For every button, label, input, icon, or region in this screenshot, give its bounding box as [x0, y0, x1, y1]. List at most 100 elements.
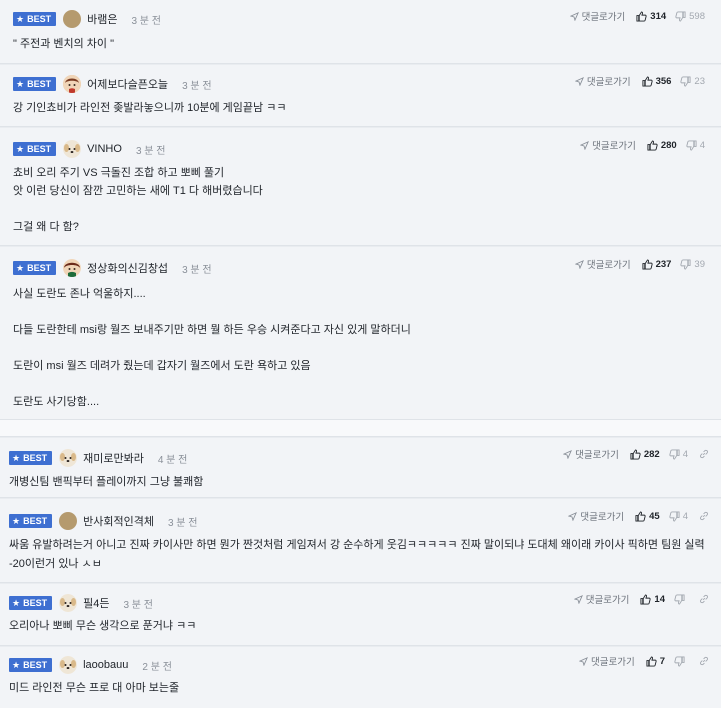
star-icon: ★: [16, 262, 25, 273]
reply-link[interactable]: 댓글로가기: [574, 257, 631, 271]
dislike-button[interactable]: 598: [675, 11, 705, 22]
star-icon: ★: [16, 143, 25, 154]
comment-time: 3 분 전: [182, 264, 212, 276]
reply-link[interactable]: 댓글로가기: [563, 447, 619, 461]
reply-link[interactable]: 댓글로가기: [579, 654, 635, 668]
like-button[interactable]: 356: [642, 75, 672, 87]
comment-body: 미드 라인전 무슨 프로 대 아마 보는줄: [9, 682, 180, 694]
like-count: 280: [660, 139, 677, 151]
best-badge: ★ BEST: [9, 596, 53, 610]
thumbs-down-icon: [680, 258, 691, 270]
star-icon: ★: [16, 78, 25, 89]
thumbs-up-icon: [642, 258, 653, 270]
comment-time: 3 분 전: [135, 145, 166, 157]
best-badge: ★ BEST: [13, 12, 57, 26]
avatar[interactable]: [63, 10, 82, 28]
best-badge: ★ BEST: [13, 142, 57, 156]
link-icon[interactable]: [699, 656, 709, 666]
best-badge: ★ BEST: [13, 77, 57, 91]
comment-item: ★ BEST 어제보다슬픈오늘 3 분 전 댓글로가기 356 23 강 기인쵸비…: [0, 65, 721, 127]
avatar[interactable]: [59, 656, 78, 674]
comment-item: ★ BEST 재미로만봐라 4 분 전 댓글로가기 282 4 개병신팀 밴픽부터…: [0, 438, 721, 498]
avatar[interactable]: [59, 594, 78, 612]
like-count: 314: [650, 10, 667, 22]
comment-nickname[interactable]: 정상화의신김창섭: [87, 260, 168, 276]
like-button[interactable]: 237: [642, 258, 672, 270]
link-icon[interactable]: [699, 594, 709, 604]
dislike-count: 598: [689, 10, 705, 22]
like-count: 237: [655, 258, 672, 270]
reply-link[interactable]: 댓글로가기: [569, 9, 625, 23]
best-badge: ★ BEST: [9, 451, 53, 465]
avatar[interactable]: [63, 75, 82, 93]
send-icon: [568, 511, 578, 521]
send-icon: [563, 449, 573, 459]
like-count: 45: [649, 510, 660, 522]
comment-nickname[interactable]: 반사회적인격체: [83, 513, 154, 529]
dislike-button[interactable]: 23: [680, 76, 705, 87]
dislike-button[interactable]: 4: [669, 449, 688, 460]
avatar[interactable]: [63, 259, 82, 277]
best-badge: ★ BEST: [9, 514, 53, 528]
link-icon[interactable]: [699, 449, 709, 459]
thumbs-down-icon: [674, 593, 685, 605]
comment-nickname[interactable]: 재미로만봐라: [83, 450, 144, 466]
thumbs-down-icon: [686, 139, 697, 151]
link-icon[interactable]: [699, 511, 709, 521]
comment-item: ★ BEST VINHO 3 분 전 댓글로가기 280 4 쵸비 오리 주기 V…: [0, 128, 721, 246]
comment-item: ★ BEST 정상화의신김창섭 3 분 전 댓글로가기 237 39 사실 도란도…: [0, 247, 721, 419]
star-icon: ★: [12, 515, 21, 526]
comment-time: 3 분 전: [182, 80, 212, 92]
comment-item: ★ BEST 반사회적인격체 3 분 전 댓글로가기 45 4 싸움 유발하려는거…: [0, 499, 721, 583]
star-icon: ★: [12, 597, 21, 608]
send-icon: [574, 259, 584, 269]
like-button[interactable]: 314: [636, 11, 666, 22]
dislike-count: 4: [682, 510, 688, 522]
dislike-button[interactable]: [674, 593, 688, 605]
like-button[interactable]: 45: [635, 511, 660, 522]
send-icon: [580, 140, 590, 150]
comment-nickname[interactable]: VINHO: [87, 143, 122, 155]
reply-link[interactable]: 댓글로가기: [574, 74, 631, 88]
avatar[interactable]: [63, 140, 82, 158]
dislike-button[interactable]: 39: [680, 259, 705, 270]
dislike-count: 23: [694, 75, 705, 87]
comment-nickname[interactable]: 필4든: [83, 595, 109, 611]
comment-body: 강 기인쵸비가 라인전 좆발라놓으니까 10분에 게임끝남 ㅋㅋ: [13, 102, 287, 114]
thumbs-up-icon: [642, 75, 653, 87]
dislike-button[interactable]: 4: [686, 140, 705, 151]
comment-nickname[interactable]: 바램은: [87, 11, 117, 27]
send-icon: [573, 594, 583, 604]
like-button[interactable]: 282: [630, 449, 660, 460]
like-button[interactable]: 14: [640, 594, 665, 605]
dislike-count: 4: [699, 139, 705, 151]
like-count: 14: [654, 593, 665, 605]
avatar[interactable]: [59, 512, 78, 530]
like-count: 7: [659, 655, 665, 667]
best-badge: ★ BEST: [13, 261, 57, 275]
comment-item: ★ BEST 필4든 3 분 전 댓글로가기 14 오리아나 뽀삐 무슨 생각으로…: [0, 584, 721, 646]
like-button[interactable]: 280: [647, 140, 677, 151]
comment-time: 3 분 전: [167, 517, 198, 529]
thumbs-up-icon: [636, 10, 647, 22]
comment-body: 사실 도란도 존나 억울하지.... 다들 도란한테 msi랑 월즈 보내주기만…: [13, 288, 411, 408]
star-icon: ★: [12, 659, 21, 670]
send-icon: [579, 656, 588, 666]
dislike-count: 4: [682, 448, 688, 460]
thumbs-down-icon: [674, 655, 685, 667]
comment-nickname[interactable]: laoobauu: [83, 659, 128, 671]
comment-body: 오리아나 뽀삐 무슨 생각으로 푼거냐 ㅋㅋ: [9, 620, 197, 632]
dislike-button[interactable]: 4: [669, 511, 688, 522]
comment-time: 3 분 전: [123, 599, 153, 611]
thumbs-up-icon: [640, 593, 652, 605]
like-button[interactable]: 7: [646, 656, 665, 667]
dislike-button[interactable]: [674, 655, 688, 667]
comment-time: 4 분 전: [157, 454, 188, 466]
like-count: 356: [655, 75, 672, 87]
section-divider: [0, 419, 721, 437]
reply-link[interactable]: 댓글로가기: [580, 138, 636, 152]
comment-nickname[interactable]: 어제보다슬픈오늘: [87, 76, 168, 92]
reply-link[interactable]: 댓글로가기: [568, 509, 624, 523]
reply-link[interactable]: 댓글로가기: [573, 592, 629, 606]
avatar[interactable]: [59, 449, 78, 467]
